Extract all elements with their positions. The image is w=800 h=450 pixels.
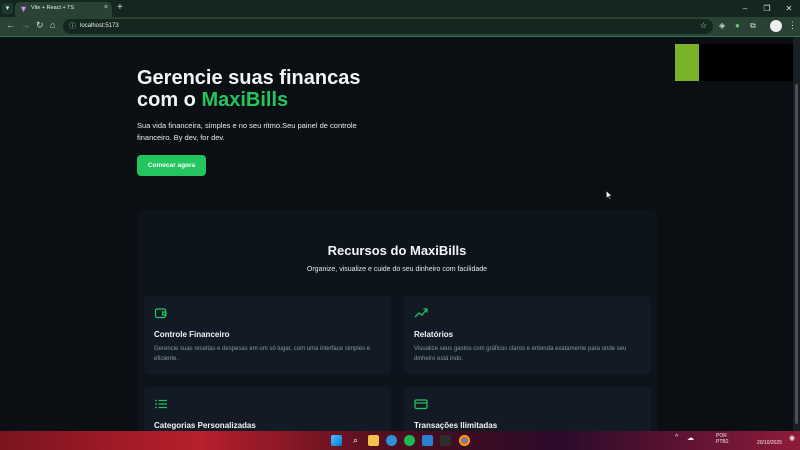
chrome-icon[interactable]: [459, 435, 470, 446]
maximize-button[interactable]: ❐: [756, 0, 778, 17]
browser-tab[interactable]: Vite + React + TS ×: [15, 2, 112, 17]
features-subtitle: Organize, visualize e cuide do seu dinhe…: [306, 266, 488, 273]
hero-title-line1: Gerencie suas financas: [137, 67, 361, 89]
get-started-button[interactable]: Comecar agora: [137, 155, 206, 176]
trending-up-icon: [414, 308, 428, 318]
page-scrollbar[interactable]: [793, 37, 800, 431]
list-icon: [155, 399, 167, 409]
hero-title-prefix: com o: [137, 89, 202, 111]
minimize-button[interactable]: –: [734, 0, 756, 17]
browser-toolbar: ← → ↻ ⌂ ⓘ localhost:5173 ☆: [0, 17, 800, 36]
profile-avatar[interactable]: [770, 20, 782, 32]
file-explorer-icon[interactable]: [368, 435, 379, 446]
credit-card-icon: [414, 399, 428, 410]
feature-card-transacoes: Transações Ilimitadas: [404, 387, 651, 431]
notification-icon[interactable]: ◉: [789, 434, 795, 442]
terminal-icon[interactable]: [440, 435, 451, 446]
reload-icon[interactable]: ↻: [36, 20, 44, 31]
site-info-icon[interactable]: ⓘ: [69, 21, 76, 31]
feature-card-title: Controle Financeiro: [154, 330, 230, 339]
browser-tab-strip: ▾ Vite + React + TS × + – ❐ ✕: [0, 0, 800, 17]
bookmark-star-icon[interactable]: ☆: [700, 21, 707, 30]
feature-card-title: Categorias Personalizadas: [154, 421, 256, 430]
hero-brand: MaxiBills: [201, 89, 289, 111]
vscode-icon[interactable]: [422, 435, 433, 446]
feature-card-desc: Visualize seus gastos com gráficos claro…: [414, 346, 627, 362]
features-title: Recursos do MaxiBills: [327, 243, 467, 258]
hero-title-line2: com o MaxiBills: [137, 89, 437, 111]
feature-card-desc: Gerencie suas receitas e despesas em um …: [154, 346, 371, 362]
back-arrow-icon[interactable]: ←: [6, 20, 15, 30]
close-window-button[interactable]: ✕: [778, 0, 800, 17]
window-controls: – ❐ ✕: [734, 0, 800, 17]
mouse-cursor-icon: [606, 191, 613, 200]
wallet-icon: [154, 308, 167, 319]
extension-icon[interactable]: ●: [735, 21, 740, 30]
hero-subtitle: Sua vida financeira, simples e no seu ri…: [137, 121, 357, 142]
scrollbar-thumb[interactable]: [795, 84, 798, 424]
vite-favicon-icon: [20, 6, 27, 13]
weather-cloud-icon[interactable]: ☁: [687, 434, 694, 442]
feature-card-title: Transações Ilimitadas: [414, 421, 498, 430]
windows-taskbar: ⌕ ^ ☁ POR PTB2 20/10/2025 ◉: [0, 431, 800, 450]
url-text: localhost:5173: [80, 23, 119, 29]
web-page: Gerencie suas financas com o MaxiBills S…: [0, 37, 793, 431]
feature-card-title: Relatórios: [414, 330, 454, 339]
feature-card-categorias: Categorias Personalizadas: [144, 387, 391, 431]
features-section: Recursos do MaxiBills Organize, visualiz…: [137, 210, 657, 431]
black-overlay-block: [699, 44, 793, 81]
browser-menu-icon[interactable]: ⋮: [788, 20, 797, 31]
language-indicator[interactable]: POR PTB2: [716, 433, 729, 445]
puzzle-extensions-icon[interactable]: ⧉: [750, 21, 756, 31]
new-tab-button[interactable]: +: [117, 2, 123, 13]
forward-arrow-icon[interactable]: →: [21, 20, 30, 30]
green-overlay-block: [675, 44, 699, 81]
feature-card-relatorios: Relatórios Visualize seus gastos com grá…: [404, 296, 651, 374]
language-line2: PTB2: [716, 439, 729, 445]
address-bar[interactable]: ⓘ localhost:5173 ☆: [63, 19, 713, 34]
windows-start-icon[interactable]: [331, 435, 342, 446]
taskbar-date: 20/10/2025: [757, 440, 783, 446]
feature-card-controle: Controle Financeiro Gerencie suas receit…: [144, 296, 391, 374]
tab-search-button[interactable]: ▾: [2, 3, 13, 14]
tab-title: Vite + React + TS: [31, 5, 75, 11]
tray-chevron-icon[interactable]: ^: [675, 434, 678, 441]
edge-browser-icon[interactable]: [386, 435, 397, 446]
spotify-icon[interactable]: [404, 435, 415, 446]
search-icon[interactable]: ⌕: [350, 435, 361, 446]
tab-close-icon[interactable]: ×: [104, 4, 108, 11]
home-icon[interactable]: ⌂: [50, 20, 55, 30]
shield-extension-icon[interactable]: ◈: [719, 21, 725, 30]
hero-title: Gerencie suas financas com o MaxiBills: [137, 67, 437, 111]
